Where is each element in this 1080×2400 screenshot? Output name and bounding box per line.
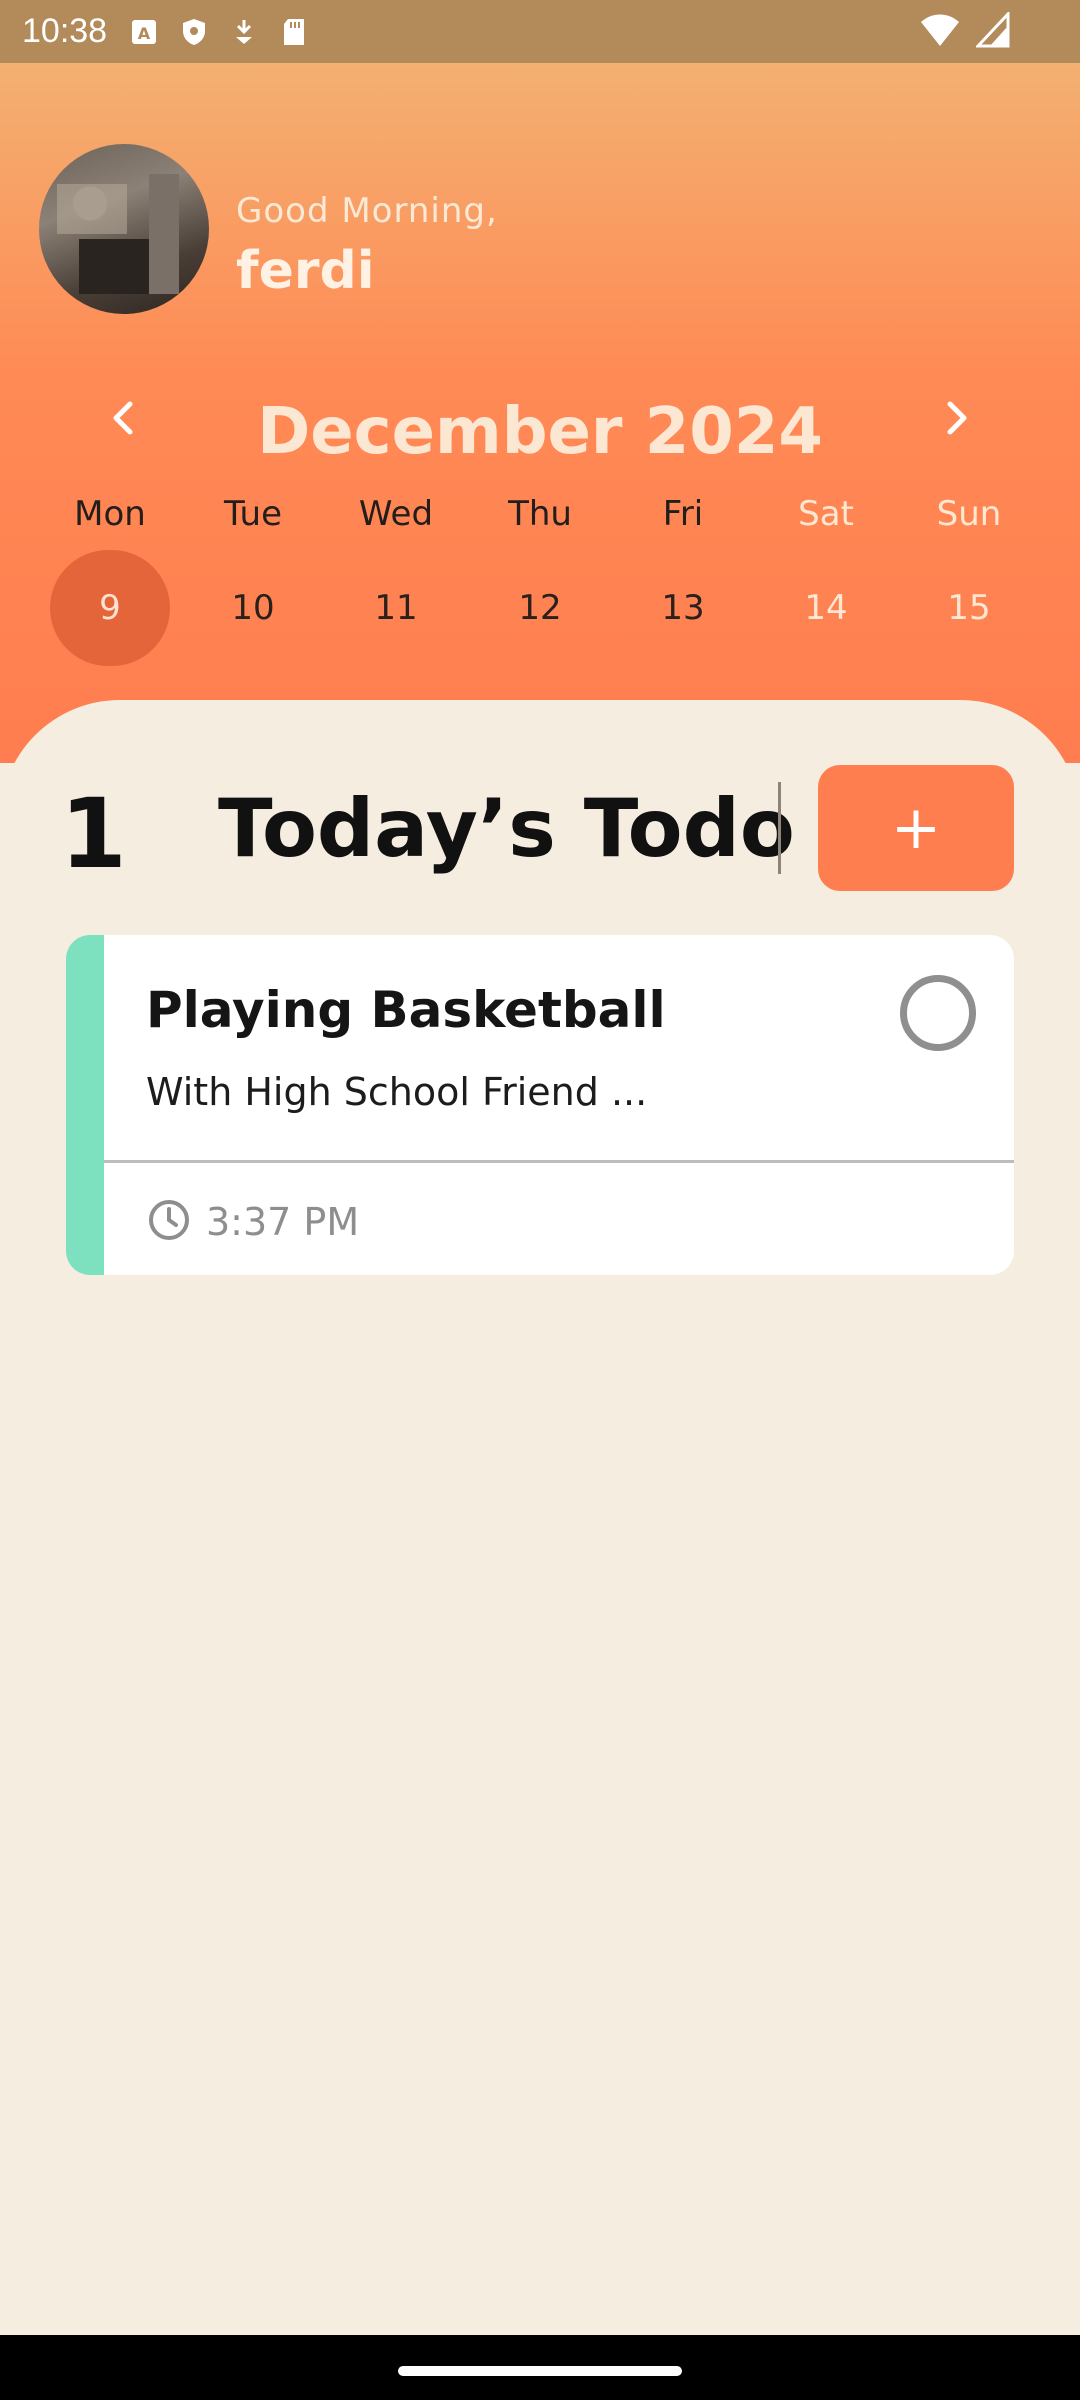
title-divider xyxy=(778,782,781,874)
signal-icon xyxy=(974,10,1010,52)
day-name: Sat xyxy=(798,494,854,534)
wifi-icon xyxy=(920,12,960,52)
add-todo-button[interactable]: + xyxy=(818,765,1014,891)
todo-title: Playing Basketball xyxy=(146,981,666,1039)
plus-icon: + xyxy=(890,793,942,863)
todo-card[interactable]: Playing Basketball With High School Frie… xyxy=(66,935,1014,1275)
clock-icon xyxy=(146,1197,192,1243)
todo-section-title: Today’s Todo xyxy=(218,782,795,875)
shield-icon xyxy=(179,17,209,47)
status-bar: 10:38 A xyxy=(0,0,1080,63)
day-name: Wed xyxy=(358,494,434,534)
home-gesture-handle[interactable] xyxy=(398,2366,682,2376)
a-icon: A xyxy=(129,17,159,47)
todo-subtitle: With High School Friend ... xyxy=(146,1070,648,1114)
day-number: 12 xyxy=(518,588,562,628)
svg-text:A: A xyxy=(138,24,151,43)
day-name: Fri xyxy=(662,494,704,534)
day-number: 15 xyxy=(947,588,991,628)
day-chip[interactable]: 11 xyxy=(336,550,456,666)
day-name: Thu xyxy=(508,494,572,534)
day-number: 13 xyxy=(661,588,705,628)
download-icon xyxy=(229,17,259,47)
day-sat[interactable]: Sat 14 xyxy=(766,494,886,628)
complete-checkbox[interactable] xyxy=(900,975,976,1051)
chevron-right-icon[interactable] xyxy=(932,393,982,443)
month-title: December 2024 xyxy=(257,395,823,469)
day-wed[interactable]: Wed 11 xyxy=(336,494,456,628)
day-chip[interactable]: 15 xyxy=(909,550,1029,666)
day-mon[interactable]: Mon 9 xyxy=(50,494,170,666)
sd-card-icon xyxy=(279,17,309,47)
day-number: 14 xyxy=(804,588,848,628)
todo-sheet: 1 Today’s Todo + Playing Basketball With… xyxy=(0,700,1080,2340)
day-chip[interactable]: 10 xyxy=(193,550,313,666)
day-number: 9 xyxy=(99,588,121,628)
day-chip[interactable]: 12 xyxy=(480,550,600,666)
todo-time: 3:37 PM xyxy=(206,1200,360,1244)
greeting-text: Good Morning, xyxy=(236,191,498,231)
day-chip[interactable]: 13 xyxy=(623,550,743,666)
day-name: Mon xyxy=(74,494,146,534)
day-fri[interactable]: Fri 13 xyxy=(623,494,743,628)
status-time: 10:38 xyxy=(22,12,108,50)
day-thu[interactable]: Thu 12 xyxy=(480,494,600,628)
month-navigator: December 2024 xyxy=(0,363,1080,473)
day-name: Sun xyxy=(936,494,1002,534)
username: ferdi xyxy=(236,241,375,301)
selected-day-chip[interactable]: 9 xyxy=(50,550,170,666)
day-tue[interactable]: Tue 10 xyxy=(193,494,313,628)
day-name: Tue xyxy=(223,494,283,534)
day-number: 11 xyxy=(374,588,418,628)
day-number: 10 xyxy=(231,588,275,628)
card-accent-bar xyxy=(66,935,104,1275)
avatar[interactable] xyxy=(39,144,209,314)
day-sun[interactable]: Sun 15 xyxy=(909,494,1029,628)
todo-count: 1 xyxy=(60,778,127,890)
card-divider xyxy=(104,1160,1014,1163)
day-chip[interactable]: 14 xyxy=(766,550,886,666)
